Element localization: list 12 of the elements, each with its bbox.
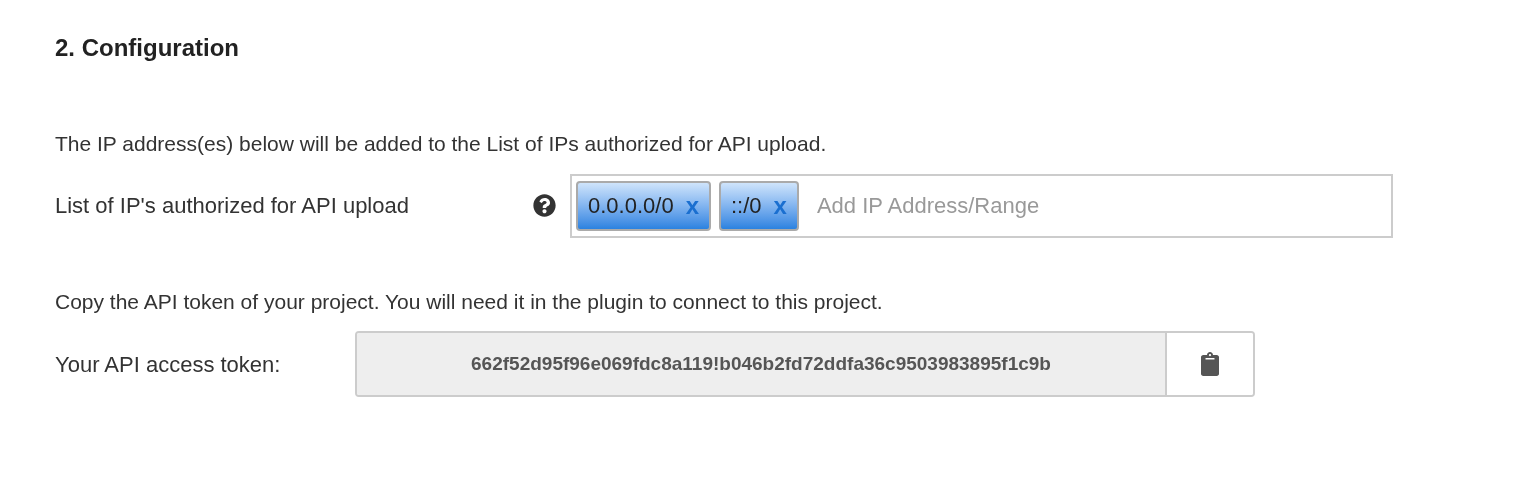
token-label: Your API access token: <box>55 350 282 379</box>
help-icon[interactable] <box>533 194 556 217</box>
token-description: Copy the API token of your project. You will need it in the plugin to connect to this project. <box>55 288 883 315</box>
clipboard-icon <box>1200 352 1220 376</box>
tag-value: 0.0.0.0/0 <box>588 192 674 220</box>
ip-input-field[interactable]: 0.0.0.0/0 x ::/0 x Add IP Address/Range <box>570 173 1393 238</box>
section-title: 2. Configuration <box>55 33 239 63</box>
tag-value: ::/0 <box>731 192 762 220</box>
ip-description: The IP address(es) below will be added to the List of IPs authorized for API upload. <box>55 131 827 157</box>
ip-address-input[interactable]: Add IP Address/Range <box>816 189 1387 222</box>
token-field[interactable]: 662f52d95f96e069fdc8a119!b046b2fd72ddfa36c9503983895f1c9b <box>357 333 1167 395</box>
ip-list-label: List of IP's authorized for API upload <box>55 192 410 220</box>
